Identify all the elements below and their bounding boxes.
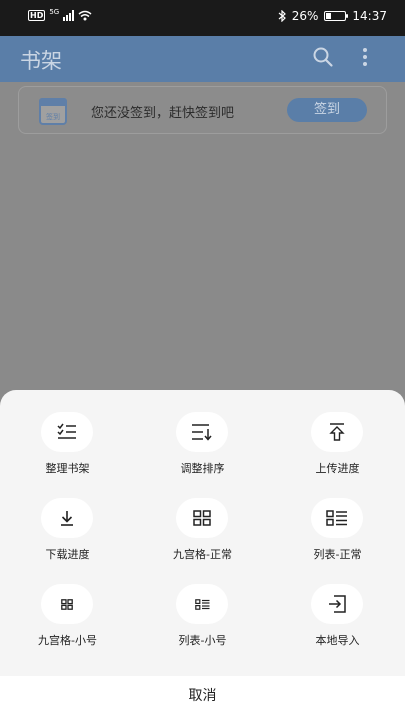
bluetooth-icon (278, 10, 286, 22)
action-local-import[interactable]: 本地导入 (270, 584, 405, 670)
action-grid-small[interactable]: 九宫格-小号 (0, 584, 135, 670)
action-download-progress[interactable]: 下载进度 (0, 498, 135, 584)
sign-in-message: 您还没签到，赶快签到吧 (91, 106, 235, 121)
more-vert-icon[interactable] (356, 46, 374, 68)
calendar-icon: 签到 (39, 98, 67, 125)
wifi-icon (78, 10, 92, 21)
action-list-small[interactable]: 列表-小号 (135, 584, 270, 670)
local-import-icon (311, 584, 363, 624)
action-label: 九宫格-小号 (38, 634, 97, 647)
action-label: 列表-正常 (313, 548, 362, 561)
sign-in-button[interactable]: 签到 (287, 98, 367, 122)
cancel-button[interactable]: 取消 (0, 676, 405, 720)
action-label: 列表-小号 (178, 634, 227, 647)
app-bar: 书架 (0, 36, 405, 82)
battery-fill (326, 13, 332, 19)
signal-label: 5G (49, 7, 60, 16)
list-normal-icon (311, 498, 363, 538)
upload-progress-icon (311, 412, 363, 452)
sort-icon (176, 412, 228, 452)
page-title: 书架 (20, 49, 62, 73)
grid-normal-icon (176, 498, 228, 538)
list-small-icon (176, 584, 228, 624)
sign-in-banner: 签到 您还没签到，赶快签到吧 签到 (18, 86, 387, 134)
action-sort[interactable]: 调整排序 (135, 412, 270, 498)
action-list-normal[interactable]: 列表-正常 (270, 498, 405, 584)
bottom-sheet: 整理书架 调整排序 上传进度 下载进度 九宫格-正常 列表-正常 九宫格-小号 … (0, 390, 405, 720)
status-bar: HD 5G 26% 14:37 (0, 0, 405, 36)
action-label: 上传进度 (315, 462, 360, 475)
calendar-label: 签到 (46, 113, 60, 121)
battery-percent: 26% (291, 9, 319, 23)
action-label: 本地导入 (315, 634, 360, 647)
action-upload-progress[interactable]: 上传进度 (270, 412, 405, 498)
action-label: 整理书架 (45, 462, 90, 475)
action-label: 调整排序 (180, 462, 225, 475)
action-label: 下载进度 (45, 548, 90, 561)
battery-icon (324, 11, 349, 21)
action-grid-normal[interactable]: 九宫格-正常 (135, 498, 270, 584)
signal-icon (63, 10, 75, 21)
clock: 14:37 (352, 9, 387, 23)
hd-indicator: HD (28, 10, 46, 21)
manage-shelf-icon (41, 412, 93, 452)
action-label: 九宫格-正常 (173, 548, 232, 561)
download-progress-icon (41, 498, 93, 538)
search-icon[interactable] (312, 46, 334, 68)
action-manage-shelf[interactable]: 整理书架 (0, 412, 135, 498)
grid-small-icon (41, 584, 93, 624)
